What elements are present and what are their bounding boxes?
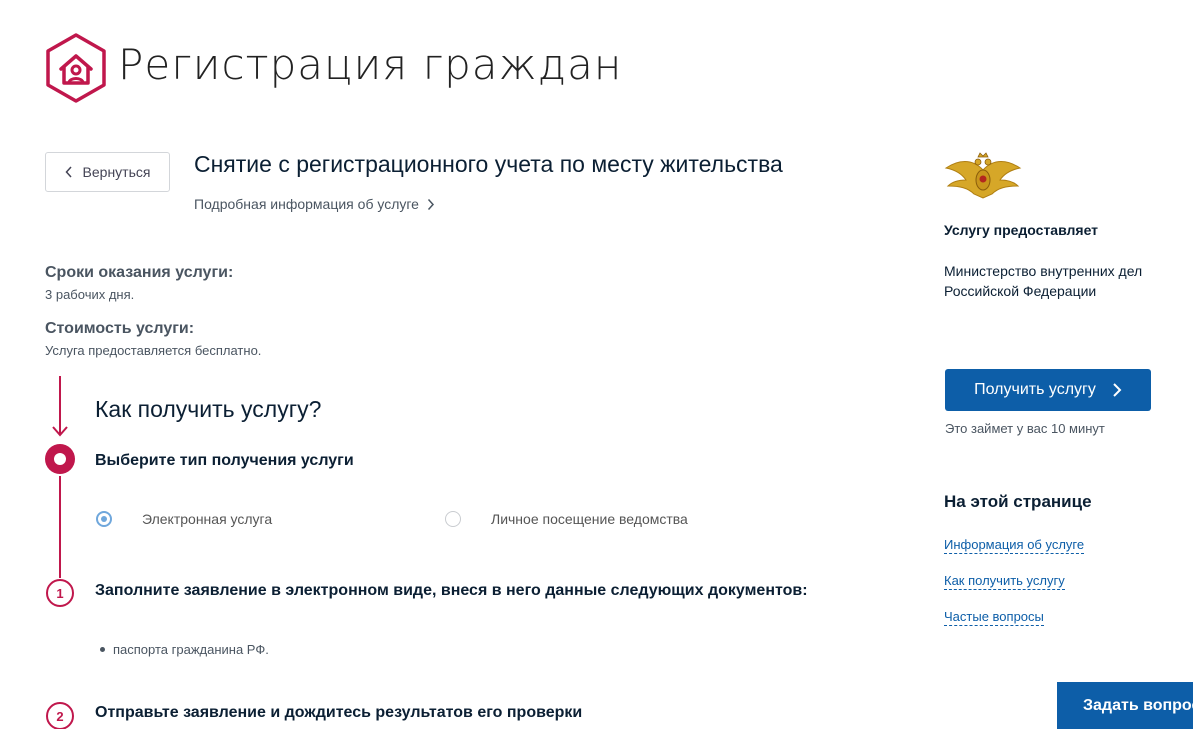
- on-page-title: На этой странице: [944, 492, 1092, 511]
- back-button-label: Вернуться: [82, 164, 151, 180]
- cost-label: Стоимость услуги:: [45, 320, 195, 337]
- get-service-button[interactable]: Получить услугу: [945, 369, 1151, 411]
- service-title: Снятие с регистрационного учета по месту…: [194, 151, 783, 177]
- back-button[interactable]: Вернуться: [45, 152, 170, 192]
- provider-label: Услугу предоставляет: [944, 222, 1099, 238]
- how-to-title: Как получить услугу?: [95, 396, 322, 422]
- step1-number: 1: [56, 586, 63, 601]
- step2-number: 2: [56, 709, 63, 724]
- list-item-text: паспорта гражданина РФ.: [113, 642, 269, 657]
- nav-link-faq[interactable]: Частые вопросы: [944, 609, 1044, 626]
- chevron-right-icon: [427, 198, 434, 210]
- cost-value: Услуга предоставляется бесплатно.: [45, 343, 262, 358]
- house-person-logo-icon: [46, 33, 106, 103]
- step2-title: Отправьте заявление и дождитесь результа…: [95, 704, 583, 721]
- term-value: 3 рабочих дня.: [45, 287, 135, 302]
- radio-electronic-service[interactable]: Электронная услуга: [96, 511, 272, 527]
- list-item: паспорта гражданина РФ.: [100, 642, 269, 657]
- radio-label: Личное посещение ведомства: [491, 511, 688, 527]
- time-note: Это займет у вас 10 минут: [945, 421, 1105, 436]
- ask-question-label: Задать вопрос: [1083, 696, 1193, 714]
- term-label: Сроки оказания услуги:: [45, 264, 234, 281]
- step0-title: Выберите тип получения услуги: [95, 452, 354, 469]
- steps-timeline: 1 2: [45, 376, 75, 729]
- nav-link-service-info[interactable]: Информация об услуге: [944, 537, 1085, 554]
- get-service-label: Получить услугу: [974, 381, 1096, 398]
- chevron-left-icon: [65, 166, 72, 178]
- ask-question-button[interactable]: Задать вопрос: [1057, 682, 1193, 729]
- emblem-icon: [944, 152, 1022, 199]
- chevron-right-icon: [1113, 383, 1122, 397]
- provider-name: Министерство внутренних дел Российской Ф…: [944, 263, 1143, 299]
- bullet-icon: [100, 647, 105, 652]
- radio-personal-visit[interactable]: Личное посещение ведомства: [445, 511, 688, 527]
- radio-label: Электронная услуга: [142, 511, 273, 527]
- radio-button[interactable]: [445, 511, 461, 527]
- step1-title: Заполните заявление в электронном виде, …: [95, 582, 808, 599]
- nav-link-how-to[interactable]: Как получить услугу: [944, 573, 1065, 590]
- details-link-label: Подробная информация об услуге: [194, 196, 419, 212]
- radio-button[interactable]: [96, 511, 112, 527]
- site-title: Регистрация граждан: [118, 40, 623, 89]
- details-link[interactable]: Подробная информация об услуге: [194, 196, 435, 212]
